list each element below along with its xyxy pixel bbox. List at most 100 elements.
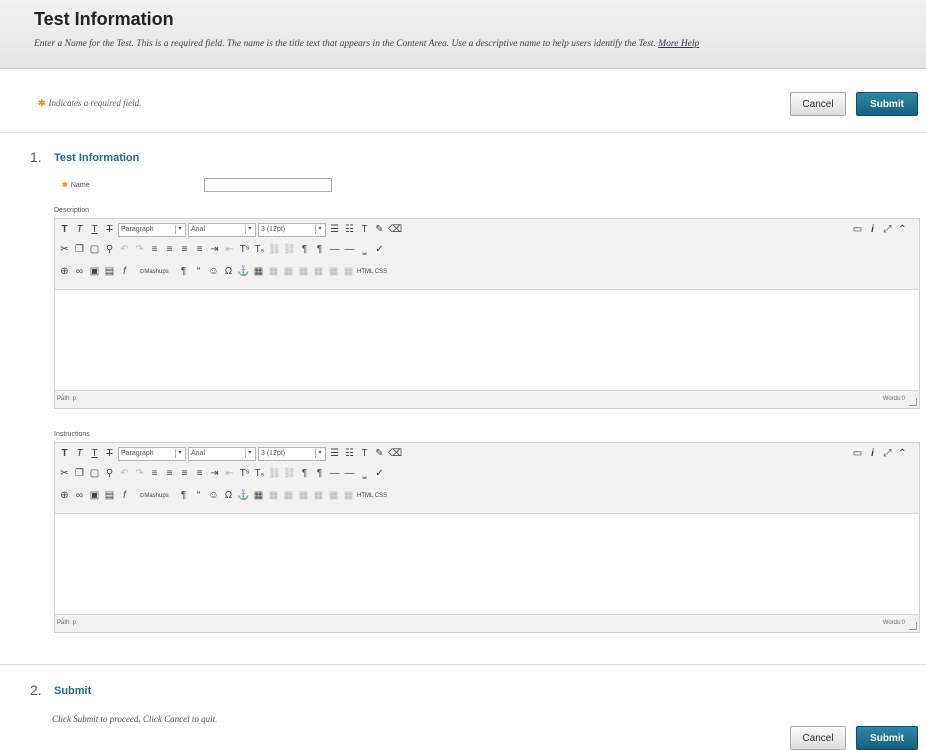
cut-icon[interactable]: ✂: [58, 243, 71, 257]
table-icon[interactable]: ▦: [252, 265, 265, 279]
emoticon-icon[interactable]: ☺: [207, 489, 220, 503]
collapse-toolbar-icon[interactable]: ⌃: [896, 447, 909, 461]
align-left-icon[interactable]: ≡: [148, 467, 161, 481]
find-icon[interactable]: ⚲: [103, 243, 116, 257]
fullscreen-icon[interactable]: ⤢: [881, 447, 894, 461]
resize-handle-icon[interactable]: [909, 398, 917, 406]
paste-icon[interactable]: ▢: [88, 243, 101, 257]
table-icon[interactable]: ▦: [252, 489, 265, 503]
underline-icon[interactable]: T: [88, 447, 101, 461]
equation-icon[interactable]: f: [118, 265, 131, 279]
html-css-button[interactable]: HTML CSS: [357, 265, 387, 279]
spellcheck-icon[interactable]: ✓: [373, 467, 386, 481]
nonbreaking-space-icon[interactable]: ⎵: [358, 467, 371, 481]
bullet-list-icon[interactable]: ☰: [328, 447, 341, 461]
link-icon[interactable]: ⛓: [268, 467, 281, 481]
line-icon[interactable]: —: [343, 243, 356, 257]
eraser-icon[interactable]: ⌫: [388, 223, 402, 237]
attach-file-icon[interactable]: ⊕: [58, 265, 71, 279]
redo-icon[interactable]: ↷: [133, 243, 146, 257]
superscript-icon[interactable]: Tˢ: [238, 467, 251, 481]
preview-icon[interactable]: ▭: [851, 447, 864, 461]
submit-button-top[interactable]: Submit: [856, 92, 918, 116]
preview-icon[interactable]: ▭: [851, 223, 864, 237]
bold-icon[interactable]: T: [58, 447, 71, 461]
attach-file-icon[interactable]: ⊕: [58, 489, 71, 503]
insert-link-icon[interactable]: ∞: [73, 265, 86, 279]
insert-media-icon[interactable]: ▤: [103, 265, 116, 279]
fullscreen-icon[interactable]: ⤢: [881, 223, 894, 237]
table-col-icon[interactable]: ▦: [282, 489, 295, 503]
numbered-list-icon[interactable]: ☷: [343, 223, 356, 237]
cancel-button-top[interactable]: Cancel: [790, 92, 846, 116]
format-select[interactable]: Paragraph ▾: [118, 223, 186, 237]
table-split-icon[interactable]: ▦: [327, 265, 340, 279]
indent-icon[interactable]: ⇥: [208, 243, 221, 257]
insert-image-icon[interactable]: ▣: [88, 265, 101, 279]
bold-icon[interactable]: T: [58, 223, 71, 237]
subscript-icon[interactable]: Tₛ: [253, 243, 266, 257]
insert-link-icon[interactable]: ∞: [73, 489, 86, 503]
copy-icon[interactable]: ❐: [73, 467, 86, 481]
unlink-icon[interactable]: ⛓: [283, 243, 296, 257]
spellcheck-icon[interactable]: ✓: [373, 243, 386, 257]
ltr-icon[interactable]: ¶: [298, 467, 311, 481]
table-cell-icon[interactable]: ▦: [297, 265, 310, 279]
table-delete-icon[interactable]: ▦: [342, 265, 355, 279]
align-right-icon[interactable]: ≡: [178, 243, 191, 257]
align-center-icon[interactable]: ≡: [163, 467, 176, 481]
anchor-icon[interactable]: ⚓: [237, 489, 250, 503]
subscript-icon[interactable]: Tₛ: [253, 467, 266, 481]
info-icon[interactable]: i: [866, 447, 879, 461]
highlight-icon[interactable]: ✎: [373, 223, 386, 237]
italic-icon[interactable]: T: [73, 447, 86, 461]
table-row-icon[interactable]: ▦: [267, 265, 280, 279]
info-icon[interactable]: i: [866, 223, 879, 237]
resize-handle-icon[interactable]: [909, 622, 917, 630]
eraser-icon[interactable]: ⌫: [388, 447, 402, 461]
table-delete-icon[interactable]: ▦: [342, 489, 355, 503]
description-text-area[interactable]: [55, 290, 919, 390]
paragraph-icon[interactable]: ¶: [177, 265, 190, 279]
unlink-icon[interactable]: ⛓: [283, 467, 296, 481]
outdent-icon[interactable]: ⇤: [223, 467, 236, 481]
align-center-icon[interactable]: ≡: [163, 243, 176, 257]
collapse-toolbar-icon[interactable]: ⌃: [896, 223, 909, 237]
undo-icon[interactable]: ↶: [118, 243, 131, 257]
font-select[interactable]: Arial ▾: [188, 223, 256, 237]
symbol-icon[interactable]: Ω: [222, 489, 235, 503]
emoticon-icon[interactable]: ☺: [207, 265, 220, 279]
insert-media-icon[interactable]: ▤: [103, 489, 116, 503]
name-input[interactable]: [204, 178, 332, 192]
font-size-select[interactable]: 3 (12pt) ▾: [258, 223, 326, 237]
highlight-icon[interactable]: ✎: [373, 447, 386, 461]
quote-icon[interactable]: “: [192, 489, 205, 503]
table-merge-icon[interactable]: ▦: [312, 265, 325, 279]
table-row-icon[interactable]: ▦: [267, 489, 280, 503]
link-icon[interactable]: ⛓: [268, 243, 281, 257]
format-select[interactable]: Paragraph ▾: [118, 447, 186, 461]
superscript-icon[interactable]: Tˢ: [238, 243, 251, 257]
strikethrough-icon[interactable]: T: [103, 223, 116, 237]
html-css-button[interactable]: HTML CSS: [357, 489, 387, 503]
table-split-icon[interactable]: ▦: [327, 489, 340, 503]
table-col-icon[interactable]: ▦: [282, 265, 295, 279]
mashups-menu[interactable]: ⊙Mashups: [133, 265, 175, 279]
table-merge-icon[interactable]: ▦: [312, 489, 325, 503]
indent-icon[interactable]: ⇥: [208, 467, 221, 481]
outdent-icon[interactable]: ⇤: [223, 243, 236, 257]
undo-icon[interactable]: ↶: [118, 467, 131, 481]
copy-icon[interactable]: ❐: [73, 243, 86, 257]
cancel-button-bottom[interactable]: Cancel: [790, 726, 846, 750]
insert-image-icon[interactable]: ▣: [88, 489, 101, 503]
align-left-icon[interactable]: ≡: [148, 243, 161, 257]
font-select[interactable]: Arial ▾: [188, 447, 256, 461]
bullet-list-icon[interactable]: ☰: [328, 223, 341, 237]
rtl-icon[interactable]: ¶: [313, 467, 326, 481]
horizontal-rule-icon[interactable]: —: [328, 467, 341, 481]
paste-icon[interactable]: ▢: [88, 467, 101, 481]
redo-icon[interactable]: ↷: [133, 467, 146, 481]
justify-icon[interactable]: ≡: [193, 467, 206, 481]
underline-icon[interactable]: T: [88, 223, 101, 237]
mashups-menu[interactable]: ⊙Mashups: [133, 489, 175, 503]
